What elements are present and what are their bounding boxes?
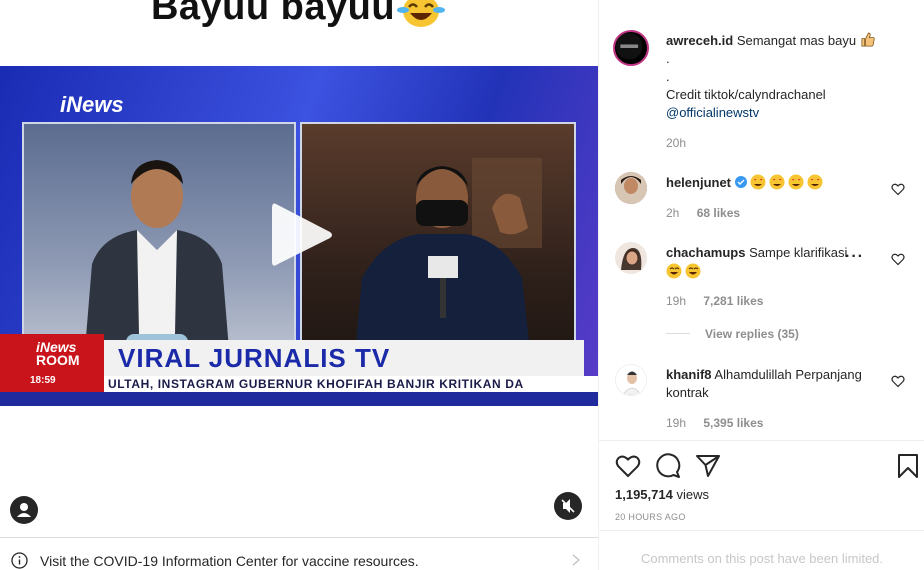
comment-time: 19h [666, 294, 687, 308]
commenter-avatar[interactable] [615, 242, 647, 274]
comment-text: Sampe klarifikasi [749, 245, 848, 260]
chevron-right-icon [572, 554, 581, 566]
comment-likes[interactable]: 5,395 likes [703, 416, 763, 430]
mute-toggle-button[interactable] [554, 492, 582, 520]
avatar-photo [616, 365, 646, 395]
comment-username[interactable]: khanif8 [666, 367, 712, 382]
play-icon[interactable] [270, 200, 334, 270]
user-tag-icon [17, 503, 31, 517]
video-player[interactable]: iNews iNews ROOM 18:59 VIRAL JURNALIS TV… [0, 66, 598, 406]
comment-meta: 19h 7,281 likes [666, 294, 763, 308]
user-tag-button[interactable] [10, 496, 38, 524]
star-struck-emoji-icon [750, 174, 826, 195]
logo-line-2: ROOM [36, 352, 80, 368]
comment-body: helenjunet [666, 174, 886, 195]
comment-like-heart-icon[interactable] [891, 252, 905, 266]
comment-like-heart-icon[interactable] [891, 374, 905, 388]
post-sidebar: awreceh.id Semangat mas bayu . . Credit … [598, 0, 924, 570]
post-action-bar: 1,195,714 views 20 HOURS AGO Comments on… [599, 440, 924, 570]
bookmark-icon[interactable] [895, 453, 921, 479]
comment-username[interactable]: helenjunet [666, 175, 731, 190]
comment-likes[interactable]: 68 likes [697, 206, 740, 220]
caption-dot-2: . [666, 69, 670, 84]
tears-of-joy-emoji-icon [666, 263, 886, 284]
comment-username[interactable]: chachamups [666, 245, 745, 260]
comment-body: khanif8 Alhamdulillah Perpanjang kontrak [666, 366, 886, 402]
view-count[interactable]: 1,195,714 views [615, 487, 709, 502]
laughing-emoji-icon [397, 0, 446, 27]
news-lower-third: iNews ROOM 18:59 VIRAL JURNALIS TV ULTAH… [0, 334, 598, 406]
view-count-number: 1,195,714 [615, 487, 673, 502]
caption-dot-1: . [666, 51, 670, 66]
thumbs-up-emoji-icon [861, 32, 875, 47]
covid-info-banner[interactable]: Visit the COVID-19 Information Center fo… [0, 537, 598, 570]
news-headline: VIRAL JURNALIS TV [104, 340, 584, 376]
news-room-logo: iNews ROOM 18:59 [0, 334, 104, 392]
video-caption-text: Bayuu bayuu [150, 0, 396, 28]
comment-meta: 19h 5,395 likes [666, 416, 763, 430]
view-replies-link[interactable]: View replies (35) [705, 327, 799, 341]
owner-avatar[interactable] [613, 30, 649, 66]
comment-time: 19h [666, 416, 687, 430]
covid-info-text: Visit the COVID-19 Information Center fo… [40, 553, 419, 569]
owner-logo-icon [615, 32, 643, 60]
avatar-photo [615, 242, 647, 274]
commenter-avatar[interactable] [615, 364, 647, 396]
comment-meta: 2h 68 likes [666, 206, 740, 220]
broadcast-time: 18:59 [30, 375, 56, 386]
post-timestamp[interactable]: 20 HOURS AGO [615, 512, 686, 522]
paper-plane-icon[interactable] [695, 453, 721, 479]
info-icon [11, 552, 28, 569]
caption-credit: Credit tiktok/calyndrachanel [666, 87, 826, 102]
comment-bubble-icon[interactable] [655, 453, 681, 479]
caption-mention-link[interactable]: @officialinewstv [666, 104, 906, 122]
owner-caption-time: 20h [666, 136, 687, 150]
muted-speaker-icon [561, 499, 575, 513]
owner-caption-text: Semangat mas bayu [736, 33, 857, 48]
avatar-photo [615, 172, 647, 204]
view-count-label: views [676, 487, 709, 502]
verified-badge-icon [734, 176, 747, 188]
ticker-bar [0, 392, 598, 406]
comment-likes[interactable]: 7,281 likes [703, 294, 763, 308]
news-ticker: ULTAH, INSTAGRAM GUBERNUR KHOFIFAH BANJI… [104, 376, 598, 392]
replies-divider [666, 333, 690, 334]
channel-brand: iNews [60, 92, 124, 117]
more-options-icon[interactable]: ··· [845, 248, 864, 266]
heart-icon[interactable] [615, 453, 641, 479]
comments-limited-notice: Comments on this post have been limited. [599, 530, 924, 570]
owner-username[interactable]: awreceh.id [666, 33, 733, 48]
video-caption-overlay: Bayuu bayuu [0, 0, 598, 29]
comment-like-heart-icon[interactable] [891, 182, 905, 196]
comment-time: 2h [666, 206, 680, 220]
post-media: Bayuu bayuu iNews iNews ROOM 18:59 VIRAL… [0, 0, 598, 537]
commenter-avatar[interactable] [615, 172, 647, 204]
owner-caption-body: awreceh.id Semangat mas bayu . . Credit … [666, 32, 906, 122]
